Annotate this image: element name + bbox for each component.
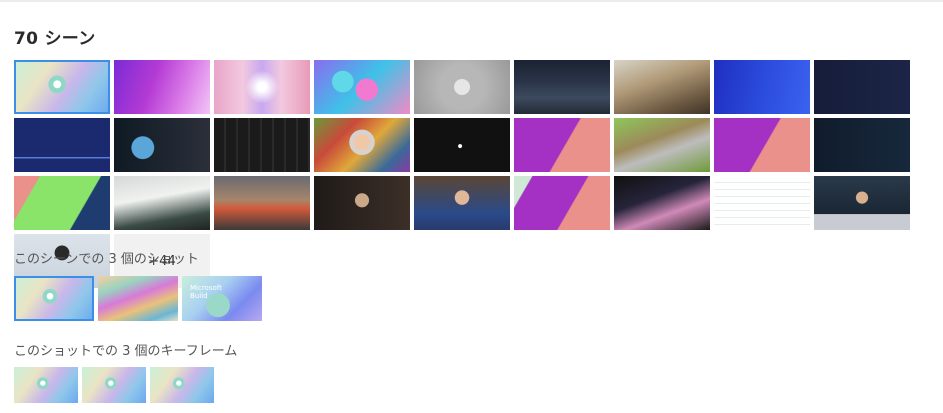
shot-logo-text: Microsoft Build xyxy=(190,284,222,300)
scene-thumbnail[interactable] xyxy=(214,60,310,114)
scene-thumbnail[interactable] xyxy=(114,176,210,230)
scene-thumbnail[interactable] xyxy=(714,118,810,172)
scene-thumbnail[interactable] xyxy=(514,60,610,114)
scene-thumbnail[interactable] xyxy=(614,60,710,114)
scene-thumbnail[interactable] xyxy=(414,60,510,114)
scene-thumbnail[interactable] xyxy=(114,118,210,172)
scene-thumbnail[interactable] xyxy=(814,118,910,172)
scene-thumbnail[interactable] xyxy=(514,118,610,172)
scene-thumbnail[interactable] xyxy=(614,176,710,230)
keyframe-thumbnail[interactable] xyxy=(150,367,214,403)
scene-thumbnail[interactable] xyxy=(614,118,710,172)
keyframe-list xyxy=(14,367,214,403)
scene-thumbnail[interactable] xyxy=(314,176,410,230)
scene-thumbnail[interactable] xyxy=(214,176,310,230)
scene-thumbnail[interactable] xyxy=(414,176,510,230)
keyframe-thumbnail[interactable] xyxy=(82,367,146,403)
scene-thumbnail[interactable] xyxy=(714,60,810,114)
scene-thumbnail[interactable] xyxy=(814,176,910,230)
top-divider xyxy=(0,0,943,2)
scene-thumbnail[interactable] xyxy=(414,118,510,172)
shot-thumbnail[interactable] xyxy=(98,276,178,321)
scene-thumbnail[interactable] xyxy=(14,60,110,114)
scene-thumbnail[interactable] xyxy=(14,118,110,172)
shot-list: Microsoft Build xyxy=(14,276,262,321)
scene-thumbnail[interactable] xyxy=(514,176,610,230)
scene-thumbnail[interactable] xyxy=(814,60,910,114)
scene-thumbnail[interactable] xyxy=(314,60,410,114)
keyframe-thumbnail[interactable] xyxy=(14,367,78,403)
scene-count-title: 70 シーン xyxy=(14,29,96,49)
scene-thumbnail[interactable] xyxy=(314,118,410,172)
keyframes-section-label: このショットでの 3 個のキーフレーム xyxy=(14,344,238,359)
shot-thumbnail[interactable] xyxy=(14,276,94,321)
scene-thumbnail[interactable] xyxy=(14,176,110,230)
scene-thumbnail[interactable] xyxy=(214,118,310,172)
shots-section-label: このシーンでの 3 個のショット xyxy=(14,252,199,267)
shot-thumbnail[interactable]: Microsoft Build xyxy=(182,276,262,321)
scene-thumbnail[interactable] xyxy=(714,176,810,230)
scene-thumbnail[interactable] xyxy=(114,60,210,114)
